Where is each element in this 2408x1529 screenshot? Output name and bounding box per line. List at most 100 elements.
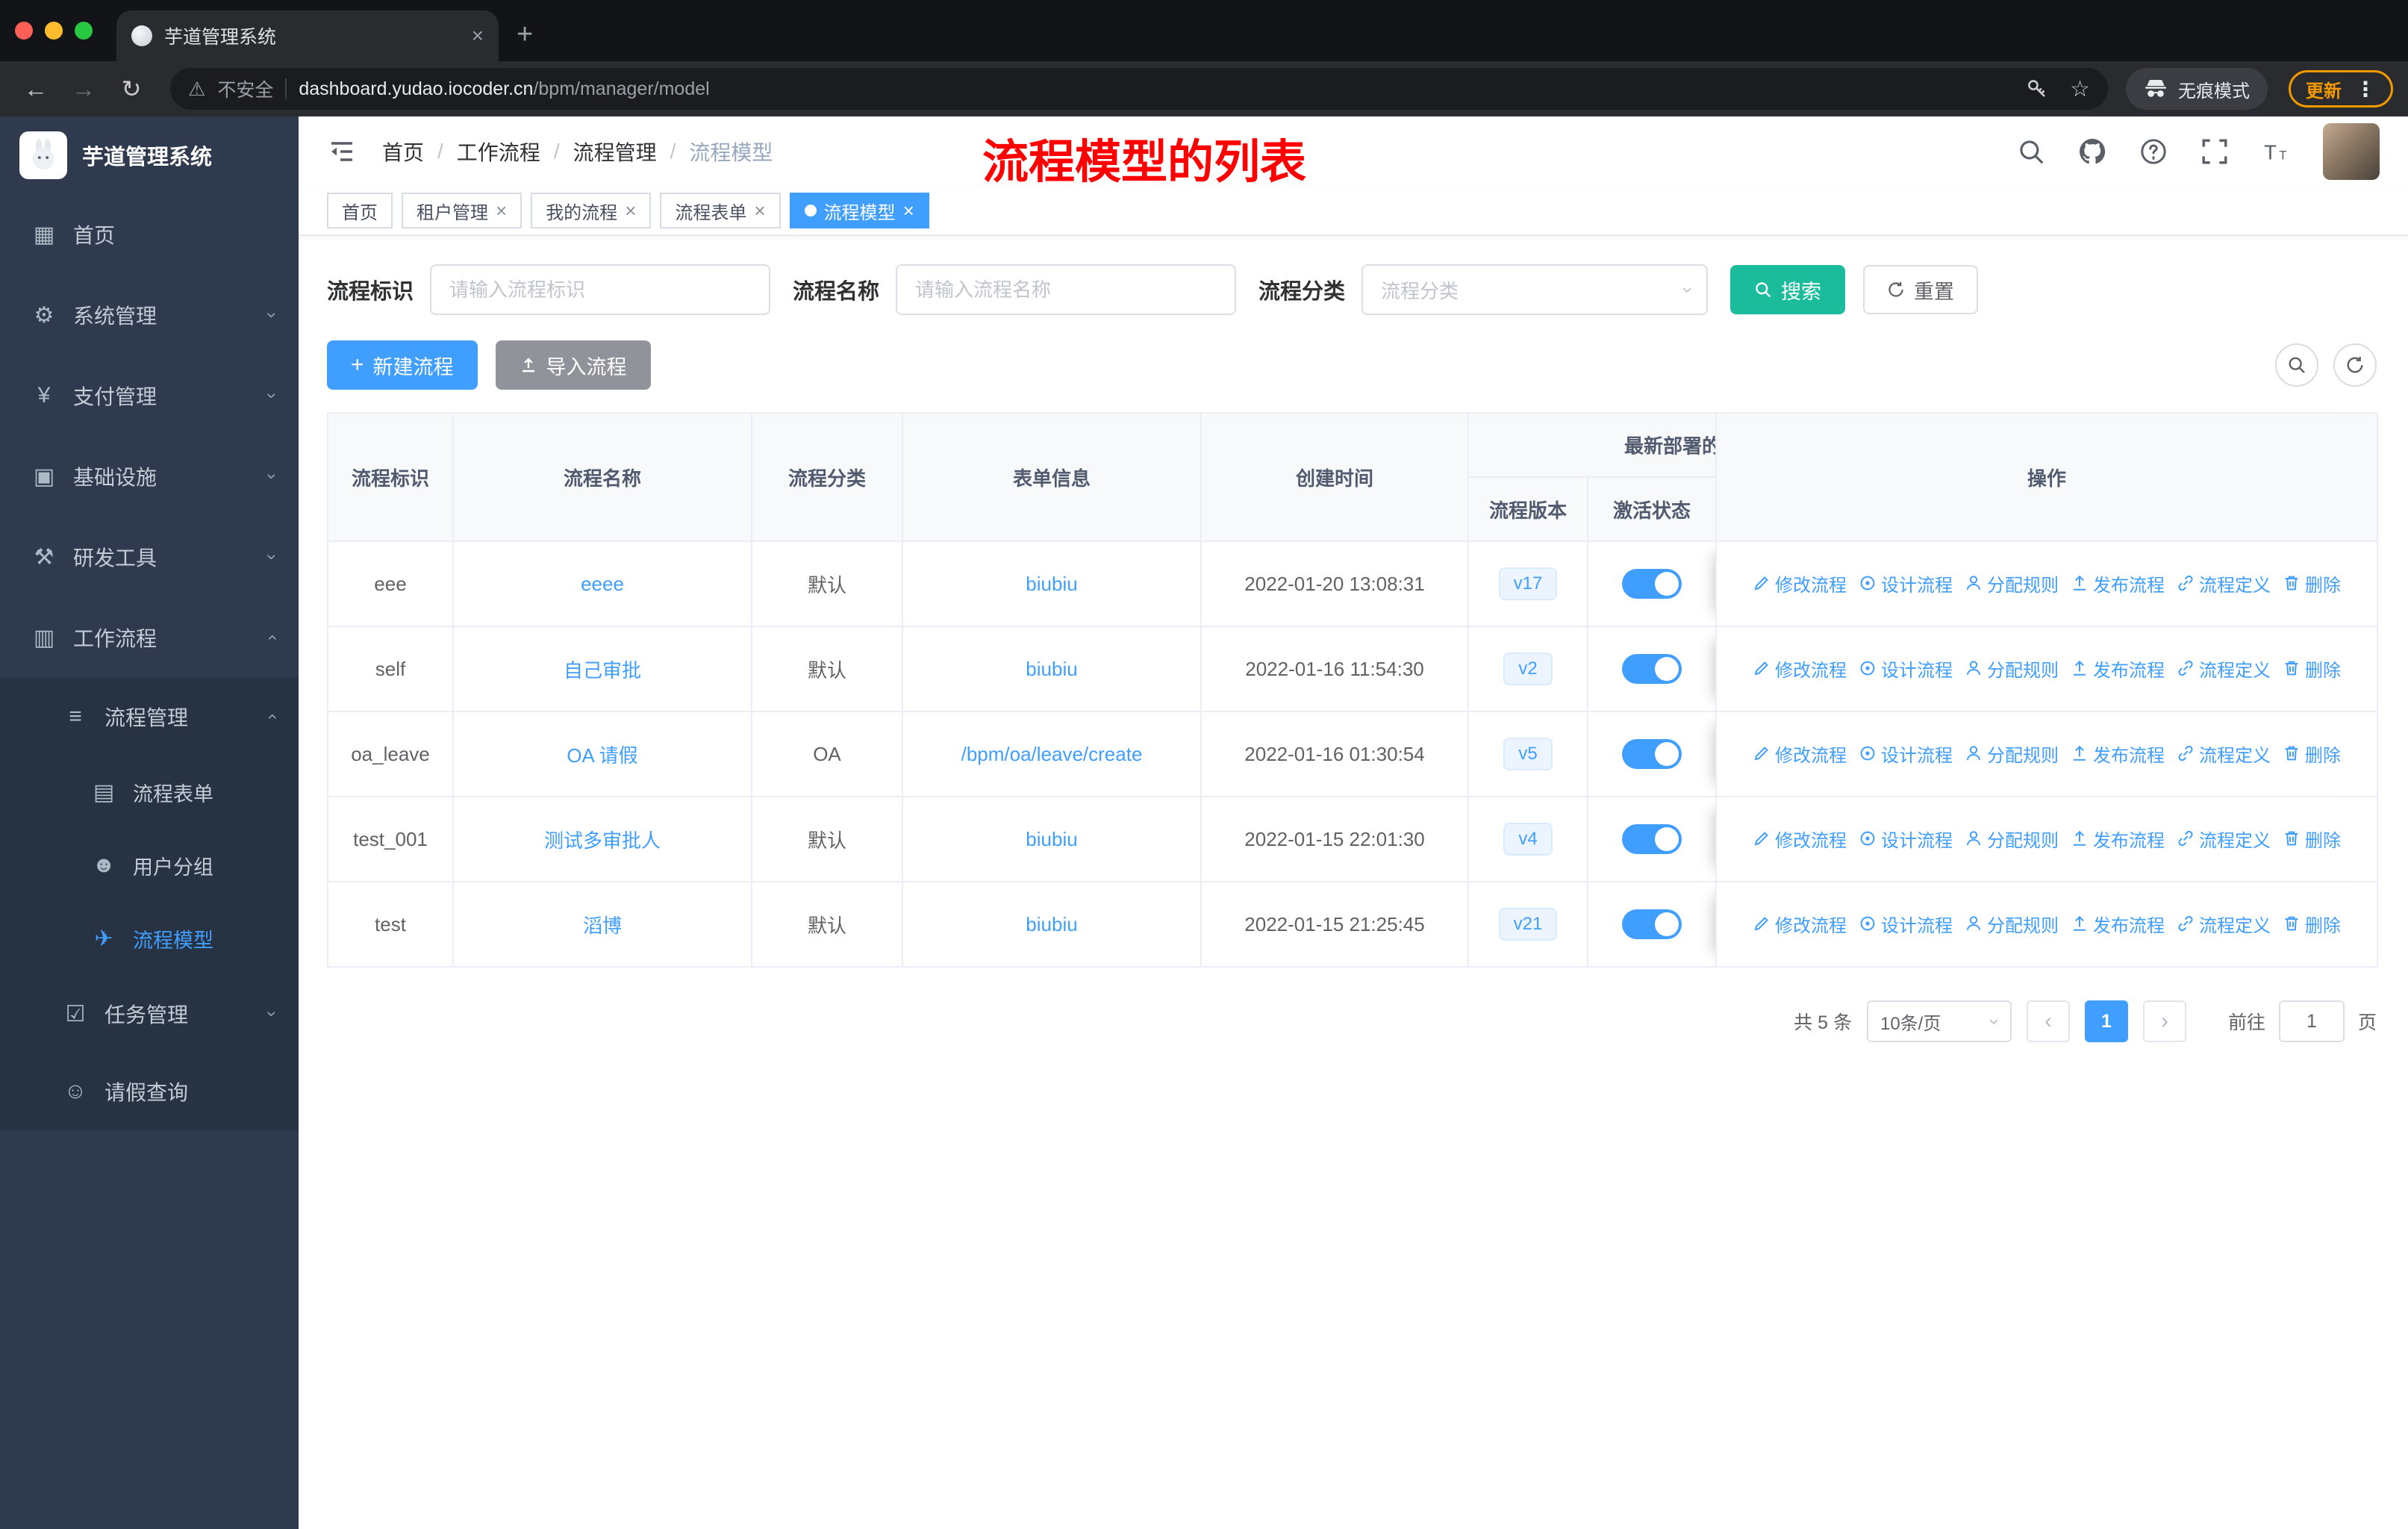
breadcrumb-item[interactable]: 流程管理 bbox=[573, 137, 657, 166]
close-window-button[interactable] bbox=[15, 22, 33, 40]
process-name-input[interactable] bbox=[896, 264, 1237, 315]
row-action-definition[interactable]: 流程定义 bbox=[2177, 741, 2271, 767]
close-icon[interactable]: × bbox=[496, 199, 507, 222]
reset-button[interactable]: 重置 bbox=[1863, 265, 1979, 314]
close-icon[interactable]: × bbox=[625, 199, 636, 222]
sidebar-fold-icon[interactable] bbox=[327, 137, 357, 166]
row-action-design[interactable]: 设计流程 bbox=[1859, 741, 1953, 767]
row-action-publish[interactable]: 发布流程 bbox=[2071, 826, 2165, 852]
row-action-definition[interactable]: 流程定义 bbox=[2177, 826, 2271, 852]
tag-process-form[interactable]: 流程表单 × bbox=[660, 193, 781, 228]
process-name-link[interactable]: 滔博 bbox=[583, 915, 622, 937]
row-action-delete[interactable]: 删除 bbox=[2283, 655, 2341, 682]
row-action-modify[interactable]: 修改流程 bbox=[1753, 911, 1847, 937]
tag-my-process[interactable]: 我的流程 × bbox=[531, 193, 652, 228]
form-info-link[interactable]: biubiu bbox=[1026, 658, 1077, 680]
forward-icon[interactable]: → bbox=[63, 68, 105, 110]
form-info-link[interactable]: /bpm/oa/leave/create bbox=[961, 743, 1143, 765]
tag-tenant-management[interactable]: 租户管理 × bbox=[402, 193, 523, 228]
sidebar-item-workflow[interactable]: ▥ 工作流程 › bbox=[0, 597, 299, 678]
minimize-window-button[interactable] bbox=[45, 22, 63, 40]
tag-process-model[interactable]: 流程模型 × bbox=[789, 193, 929, 228]
sidebar-item-process-model[interactable]: ✈ 流程模型 bbox=[0, 902, 299, 975]
sidebar-item-system-management[interactable]: ⚙ 系统管理 › bbox=[0, 275, 299, 355]
sidebar-item-task-management[interactable]: ☑ 任务管理 › bbox=[0, 975, 299, 1053]
breadcrumb-item[interactable]: 首页 bbox=[382, 137, 424, 166]
zoom-window-button[interactable] bbox=[75, 22, 93, 40]
tab-close-icon[interactable]: × bbox=[472, 24, 484, 48]
row-action-definition[interactable]: 流程定义 bbox=[2177, 911, 2271, 937]
sidebar-item-dev-tools[interactable]: ⚒ 研发工具 › bbox=[0, 517, 299, 597]
row-action-modify[interactable]: 修改流程 bbox=[1753, 570, 1847, 597]
new-tab-button[interactable]: + bbox=[517, 19, 533, 51]
active-toggle[interactable] bbox=[1622, 909, 1682, 939]
page-size-select[interactable]: 10条/页 › bbox=[1866, 1000, 2012, 1042]
active-toggle[interactable] bbox=[1622, 739, 1682, 769]
process-name-link[interactable]: 自己审批 bbox=[564, 659, 641, 682]
process-key-input[interactable] bbox=[430, 264, 771, 315]
breadcrumb-item[interactable]: 工作流程 bbox=[457, 137, 540, 166]
browser-menu-icon[interactable]: ⋮ bbox=[2355, 77, 2376, 102]
goto-page-input[interactable] bbox=[2278, 1000, 2345, 1042]
row-action-delete[interactable]: 删除 bbox=[2283, 741, 2341, 767]
row-action-design[interactable]: 设计流程 bbox=[1859, 911, 1953, 937]
github-icon[interactable] bbox=[2078, 137, 2106, 166]
search-icon[interactable] bbox=[2017, 137, 2045, 166]
row-action-assign-rule[interactable]: 分配规则 bbox=[1965, 570, 2059, 597]
address-bar[interactable]: ⚠ 不安全 dashboard.yudao.iocoder.cn/bpm/man… bbox=[170, 68, 2108, 110]
row-action-assign-rule[interactable]: 分配规则 bbox=[1965, 741, 2059, 767]
row-action-delete[interactable]: 删除 bbox=[2283, 826, 2341, 852]
sidebar-item-process-form[interactable]: ▤ 流程表单 bbox=[0, 756, 299, 829]
sidebar-item-home[interactable]: ▦ 首页 bbox=[0, 194, 299, 275]
row-action-design[interactable]: 设计流程 bbox=[1859, 826, 1953, 852]
prev-page-button[interactable]: ‹ bbox=[2026, 1000, 2070, 1042]
row-action-definition[interactable]: 流程定义 bbox=[2177, 570, 2271, 597]
close-icon[interactable]: × bbox=[754, 199, 765, 222]
close-icon[interactable]: × bbox=[903, 199, 914, 222]
fullscreen-icon[interactable] bbox=[2200, 137, 2229, 166]
create-process-button[interactable]: + 新建流程 bbox=[327, 340, 478, 390]
row-action-modify[interactable]: 修改流程 bbox=[1753, 741, 1847, 767]
update-button[interactable]: 更新 ⋮ bbox=[2289, 70, 2393, 108]
active-toggle[interactable] bbox=[1622, 654, 1682, 684]
process-name-link[interactable]: eeee bbox=[581, 573, 624, 595]
row-action-delete[interactable]: 删除 bbox=[2283, 911, 2341, 937]
row-action-modify[interactable]: 修改流程 bbox=[1753, 655, 1847, 682]
row-action-publish[interactable]: 发布流程 bbox=[2071, 911, 2165, 937]
row-action-assign-rule[interactable]: 分配规则 bbox=[1965, 826, 2059, 852]
sidebar-item-payment-management[interactable]: ¥ 支付管理 › bbox=[0, 355, 299, 436]
row-action-modify[interactable]: 修改流程 bbox=[1753, 826, 1847, 852]
row-action-publish[interactable]: 发布流程 bbox=[2071, 741, 2165, 767]
process-name-link[interactable]: 测试多审批人 bbox=[544, 829, 661, 852]
row-action-definition[interactable]: 流程定义 bbox=[2177, 655, 2271, 682]
process-category-select[interactable]: 流程分类 › bbox=[1361, 264, 1709, 315]
row-action-publish[interactable]: 发布流程 bbox=[2071, 570, 2165, 597]
help-icon[interactable] bbox=[2139, 137, 2168, 166]
form-info-link[interactable]: biubiu bbox=[1026, 573, 1077, 595]
row-action-assign-rule[interactable]: 分配规则 bbox=[1965, 911, 2059, 937]
sidebar-item-process-management[interactable]: ≡ 流程管理 › bbox=[0, 678, 299, 756]
password-key-icon[interactable] bbox=[2025, 77, 2049, 101]
active-toggle[interactable] bbox=[1622, 569, 1682, 599]
row-action-design[interactable]: 设计流程 bbox=[1859, 570, 1953, 597]
browser-tab[interactable]: 芋道管理系统 × bbox=[116, 10, 499, 61]
bookmark-star-icon[interactable]: ☆ bbox=[2070, 76, 2090, 102]
user-avatar[interactable] bbox=[2323, 123, 2380, 180]
font-size-icon[interactable]: TT bbox=[2262, 137, 2290, 166]
search-button[interactable]: 搜索 bbox=[1730, 265, 1846, 314]
sidebar-item-infrastructure[interactable]: ▣ 基础设施 › bbox=[0, 436, 299, 517]
reload-icon[interactable]: ↻ bbox=[110, 68, 152, 110]
sidebar-item-user-group[interactable]: ☻ 用户分组 bbox=[0, 829, 299, 902]
row-action-assign-rule[interactable]: 分配规则 bbox=[1965, 655, 2059, 682]
form-info-link[interactable]: biubiu bbox=[1026, 913, 1077, 935]
sidebar-item-leave-query[interactable]: ☺ 请假查询 bbox=[0, 1053, 299, 1130]
active-toggle[interactable] bbox=[1622, 824, 1682, 854]
refresh-table-button[interactable] bbox=[2333, 343, 2377, 387]
row-action-publish[interactable]: 发布流程 bbox=[2071, 655, 2165, 682]
back-icon[interactable]: ← bbox=[15, 68, 57, 110]
import-process-button[interactable]: 导入流程 bbox=[495, 340, 651, 390]
next-page-button[interactable]: › bbox=[2142, 1000, 2186, 1042]
current-page-button[interactable]: 1 bbox=[2084, 1000, 2128, 1042]
row-action-delete[interactable]: 删除 bbox=[2283, 570, 2341, 597]
form-info-link[interactable]: biubiu bbox=[1026, 828, 1077, 850]
